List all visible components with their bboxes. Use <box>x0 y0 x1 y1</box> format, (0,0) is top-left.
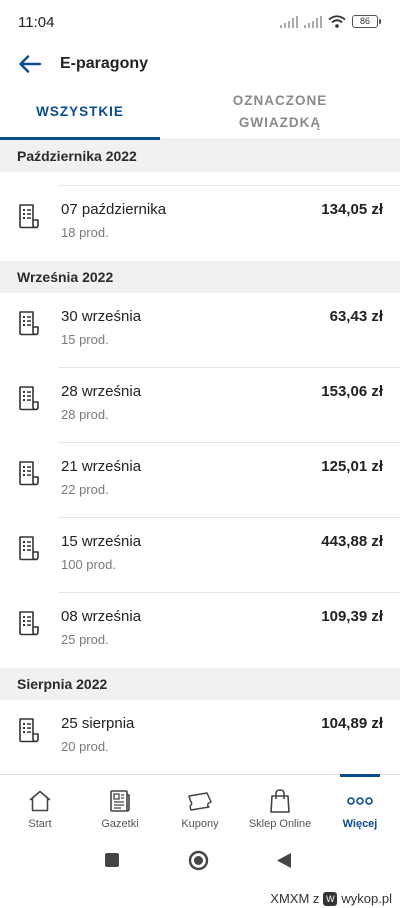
receipt-amount: 125,01 zł <box>321 458 383 475</box>
status-bar: 11:04 86 <box>0 0 400 44</box>
back-button[interactable] <box>14 50 46 78</box>
nav-start[interactable]: Start <box>0 775 80 836</box>
receipt-row[interactable]: 21 września 22 prod. 125,01 zł <box>0 443 400 518</box>
more-dots-icon <box>347 797 373 805</box>
watermark-text: XMXM z <box>270 891 320 906</box>
nav-kupony[interactable]: Kupony <box>160 775 240 836</box>
status-time: 11:04 <box>18 14 55 31</box>
nav-wiecej[interactable]: Więcej <box>320 774 400 836</box>
receipt-date: 30 września <box>61 308 142 325</box>
back-triangle-icon[interactable] <box>276 852 292 869</box>
receipt-icon <box>19 386 39 411</box>
receipt-date: 28 września <box>61 383 142 400</box>
nav-label: Kupony <box>181 818 219 830</box>
receipt-date: 08 września <box>61 608 142 625</box>
app-bar: E-paragony <box>0 44 400 84</box>
section-header: Września 2022 <box>0 261 400 293</box>
receipt-row[interactable]: 28 września 28 prod. 153,06 zł <box>0 368 400 443</box>
receipt-icon <box>19 718 39 743</box>
signal-icon <box>280 15 298 28</box>
receipt-item-count: 100 prod. <box>61 557 116 572</box>
wykop-logo-icon: W <box>323 891 338 906</box>
recent-apps-icon[interactable] <box>104 852 120 868</box>
receipt-icon <box>19 536 39 561</box>
receipt-item-count: 18 prod. <box>61 225 109 240</box>
signal-icon-2 <box>304 15 322 28</box>
receipt-item-count: 28 prod. <box>61 407 109 422</box>
receipt-item-count: 25 prod. <box>61 632 109 647</box>
receipt-row[interactable]: 08 września 25 prod. 109,39 zł <box>0 593 400 668</box>
receipt-icon <box>19 204 39 229</box>
receipt-date: 15 września <box>61 533 142 550</box>
receipt-row[interactable]: 07 października 18 prod. 134,05 zł <box>0 186 400 261</box>
receipt-amount: 104,89 zł <box>321 715 383 732</box>
home-button-icon[interactable] <box>188 850 209 871</box>
arrow-left-icon <box>19 55 41 73</box>
receipt-amount: 109,39 zł <box>321 608 383 625</box>
newspaper-icon <box>110 790 130 812</box>
nav-label: Sklep Online <box>248 818 312 830</box>
bottom-navigation: Start Gazetki Kupony Sklep Online Więcej <box>0 774 400 836</box>
receipt-item-count: 22 prod. <box>61 482 109 497</box>
coupon-icon <box>188 792 212 811</box>
status-icons: 86 <box>280 15 381 28</box>
page-title: E-paragony <box>60 55 149 72</box>
receipt-icon <box>19 461 39 486</box>
receipt-date: 07 października <box>61 201 167 218</box>
receipt-icon <box>19 311 39 336</box>
section-header: Października 2022 <box>0 140 400 172</box>
nav-label: Start <box>28 818 52 830</box>
receipt-list[interactable]: Października 2022 07 października 18 pro… <box>0 140 400 774</box>
wifi-icon <box>328 15 346 28</box>
receipt-row[interactable]: 30 września 15 prod. 63,43 zł <box>0 293 400 368</box>
watermark-site: wykop.pl <box>341 891 392 906</box>
receipt-item-count: 15 prod. <box>61 332 109 347</box>
nav-label: Więcej <box>342 818 378 830</box>
receipt-icon <box>19 611 39 636</box>
home-icon <box>29 790 51 812</box>
tab-bar: WSZYSTKIE OZNACZONE GWIAZDKĄ <box>0 84 400 140</box>
receipt-item-count: 20 prod. <box>61 739 109 754</box>
receipt-date: 21 września <box>61 458 142 475</box>
tab-starred[interactable]: OZNACZONE GWIAZDKĄ <box>160 84 400 139</box>
section-gap <box>58 172 400 186</box>
section-header: Sierpnia 2022 <box>0 668 400 700</box>
nav-sklep-online[interactable]: Sklep Online <box>240 775 320 836</box>
watermark: XMXM z W wykop.pl <box>270 891 392 906</box>
receipt-row[interactable]: 15 września 100 prod. 443,88 zł <box>0 518 400 593</box>
receipt-amount: 443,88 zł <box>321 533 383 550</box>
receipt-amount: 153,06 zł <box>321 383 383 400</box>
receipt-date: 25 sierpnia <box>61 715 135 732</box>
tab-starred-label: OZNACZONE GWIAZDKĄ <box>232 92 328 130</box>
tab-all[interactable]: WSZYSTKIE <box>0 84 160 140</box>
nav-gazetki[interactable]: Gazetki <box>80 775 160 836</box>
system-navigation <box>0 836 400 890</box>
receipt-row[interactable]: 25 sierpnia 20 prod. 104,89 zł <box>0 700 400 774</box>
shopping-bag-icon <box>270 789 290 813</box>
battery-icon: 86 <box>352 15 381 28</box>
receipt-amount: 134,05 zł <box>321 201 383 218</box>
nav-label: Gazetki <box>101 818 139 830</box>
receipt-amount: 63,43 zł <box>329 308 383 325</box>
